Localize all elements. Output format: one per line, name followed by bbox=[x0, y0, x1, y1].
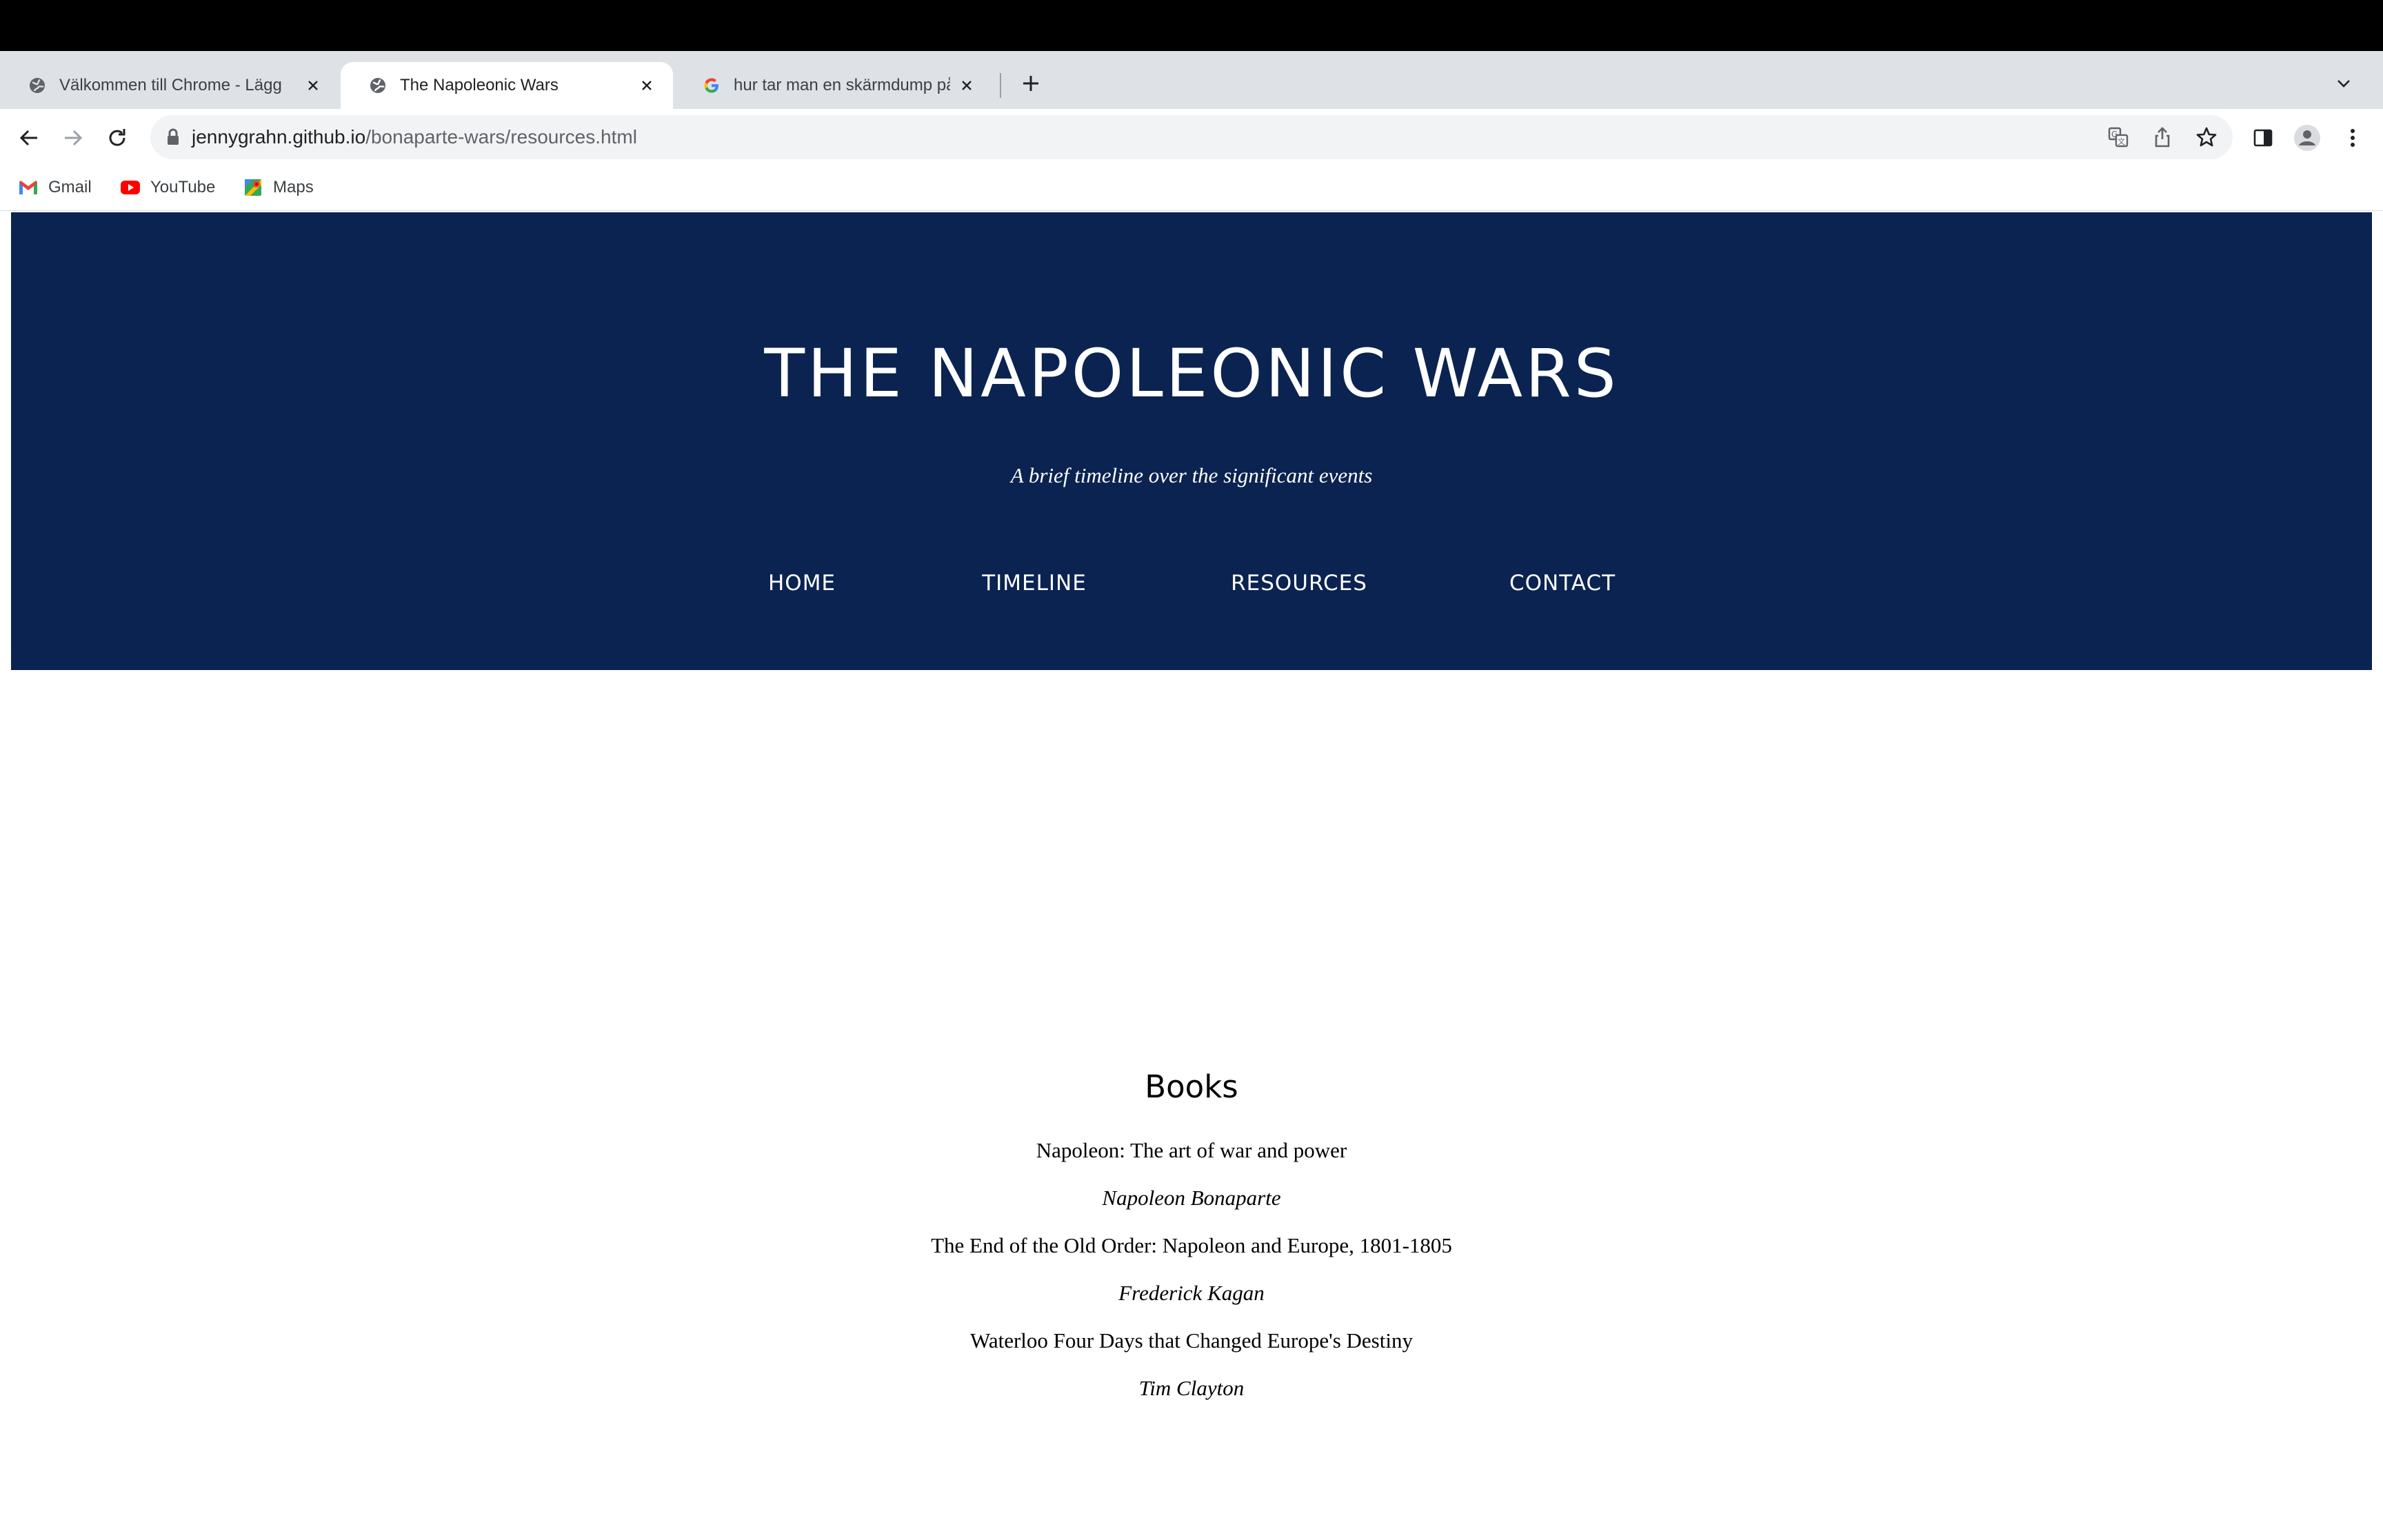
book-title: Napoleon: The art of war and power bbox=[1036, 1138, 1347, 1162]
plus-icon bbox=[1023, 76, 1038, 91]
book-author: Napoleon Bonaparte bbox=[1102, 1186, 1281, 1210]
reload-icon bbox=[109, 129, 125, 146]
gmail-icon bbox=[18, 177, 39, 198]
arrow-right-icon bbox=[65, 130, 83, 146]
side-panel-icon[interactable] bbox=[2248, 123, 2278, 153]
nav-timeline[interactable]: TIMELINE bbox=[982, 571, 1087, 596]
site-title: THE NAPOLEONIC WARS bbox=[764, 335, 1619, 412]
book-author: Tim Clayton bbox=[1138, 1376, 1245, 1400]
address-bar[interactable]: jennygrahn.github.io/bonaparte-wars/reso… bbox=[150, 115, 2233, 159]
nav-home[interactable]: HOME bbox=[768, 571, 836, 596]
maps-icon bbox=[243, 177, 263, 198]
star-icon[interactable] bbox=[2191, 122, 2222, 152]
tab-title: Välkommen till Chrome - Lägg bbox=[59, 76, 282, 94]
close-icon[interactable] bbox=[956, 74, 978, 97]
book-title: The End of the Old Order: Napoleon and E… bbox=[931, 1233, 1452, 1257]
tab-napoleonic-wars[interactable]: The Napoleonic Wars bbox=[341, 62, 673, 109]
nav-resources[interactable]: RESOURCES bbox=[1231, 571, 1367, 596]
bookmarks-bar: Gmail YouTube Maps bbox=[0, 165, 2383, 211]
main-nav: HOME TIMELINE RESOURCES CONTACT bbox=[11, 571, 2372, 601]
share-icon[interactable] bbox=[2147, 122, 2178, 152]
tab-title: The Napoleonic Wars bbox=[400, 76, 559, 94]
close-icon[interactable] bbox=[636, 74, 658, 97]
tab-strip: Välkommen till Chrome - Lägg The Napoleo… bbox=[0, 51, 2383, 109]
youtube-icon bbox=[120, 177, 141, 198]
book-author: Frederick Kagan bbox=[1118, 1281, 1265, 1305]
tab-search-button[interactable] bbox=[2329, 69, 2358, 98]
google-icon bbox=[702, 76, 721, 95]
tab-welcome[interactable]: Välkommen till Chrome - Lägg bbox=[0, 62, 339, 109]
bookmark-gmail[interactable]: Gmail bbox=[18, 175, 92, 200]
bookmark-label: YouTube bbox=[150, 178, 216, 196]
book-title: Waterloo Four Days that Changed Europe's… bbox=[970, 1328, 1413, 1352]
bookmark-maps[interactable]: Maps bbox=[243, 175, 314, 200]
nav-contact[interactable]: CONTACT bbox=[1509, 571, 1616, 596]
globe-icon bbox=[28, 76, 47, 95]
back-button[interactable] bbox=[14, 123, 44, 153]
system-top-bar bbox=[0, 0, 2383, 51]
site-header: THE NAPOLEONIC WARS A brief timeline ove… bbox=[11, 212, 2372, 670]
books-list: Napoleon: The art of war and power Napol… bbox=[0, 1131, 2383, 1416]
tab-title: hur tar man en skärmdump på bbox=[734, 76, 950, 94]
forward-button[interactable] bbox=[58, 123, 88, 153]
tab-google-search[interactable]: hur tar man en skärmdump på bbox=[674, 62, 993, 109]
translate-icon[interactable]: G文 bbox=[2103, 122, 2133, 152]
menu-icon[interactable] bbox=[2337, 123, 2368, 153]
browser-toolbar: jennygrahn.github.io/bonaparte-wars/reso… bbox=[0, 109, 2383, 165]
bookmark-label: Gmail bbox=[48, 178, 92, 196]
lock-icon[interactable] bbox=[165, 128, 181, 146]
bookmark-label: Maps bbox=[273, 178, 314, 196]
new-tab-button[interactable] bbox=[1016, 69, 1045, 98]
profile-avatar-icon[interactable] bbox=[2292, 123, 2322, 153]
svg-text:文: 文 bbox=[2118, 136, 2125, 146]
arrow-left-icon bbox=[19, 130, 37, 146]
bookmark-youtube[interactable]: YouTube bbox=[120, 175, 215, 200]
reload-button[interactable] bbox=[102, 123, 132, 153]
url-text: jennygrahn.github.io/bonaparte-wars/reso… bbox=[192, 126, 637, 148]
books-heading: Books bbox=[1145, 1068, 1238, 1105]
site-subtitle: A brief timeline over the significant ev… bbox=[1010, 463, 1373, 487]
globe-icon bbox=[368, 76, 388, 95]
close-icon[interactable] bbox=[302, 74, 324, 97]
chevron-down-icon bbox=[2337, 80, 2350, 88]
tab-separator bbox=[1000, 73, 1001, 98]
